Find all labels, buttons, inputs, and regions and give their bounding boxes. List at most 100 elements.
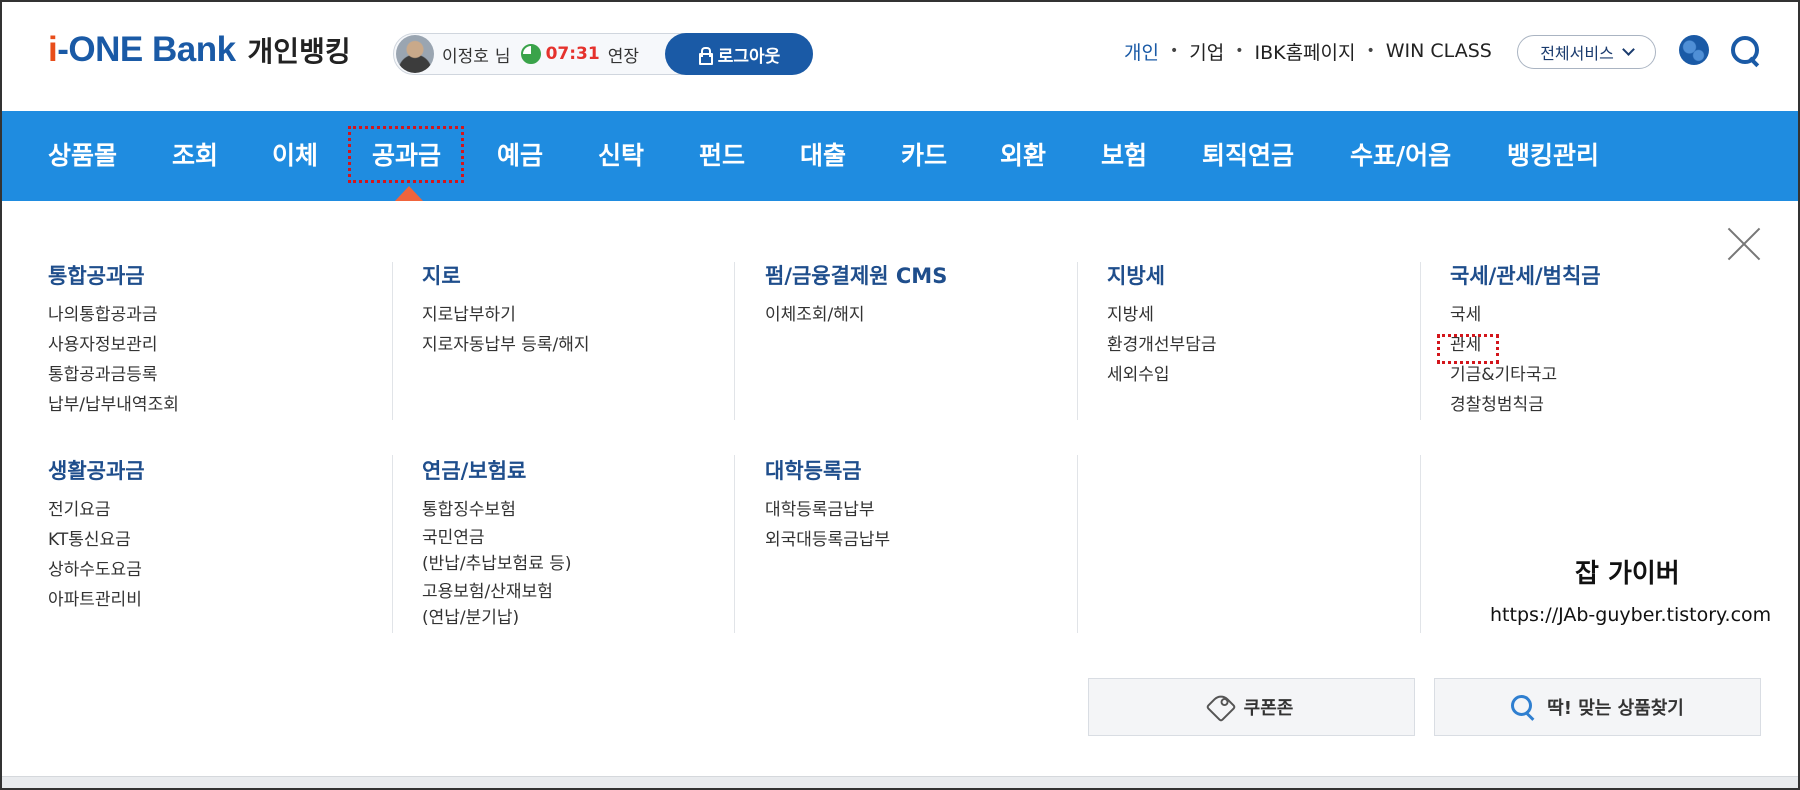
nav-item-transfer[interactable]: 이체	[272, 111, 318, 201]
menu-link[interactable]: 통합징수보험	[422, 495, 572, 525]
menu-group-tuition: 대학등록금 대학등록금납부 외국대등록금납부	[765, 456, 890, 555]
nav-item-checks[interactable]: 수표/어음	[1350, 111, 1451, 201]
menu-link[interactable]: 경찰청범칙금	[1450, 390, 1601, 420]
menu-link[interactable]: 아파트관리비	[48, 585, 145, 615]
globe-icon[interactable]	[1679, 35, 1709, 65]
menu-group-national-tax: 국세/관세/범칙금 국세 관세 기금&기타국고 경찰청범칙금	[1450, 261, 1601, 420]
user-name: 이정호	[442, 46, 489, 67]
menu-group-living-bills: 생활공과금 전기요금 KT통신요금 상하수도요금 아파트관리비	[48, 456, 145, 615]
logo-brand: i-ONE Bank	[48, 30, 236, 69]
menu-link-customs[interactable]: 관세	[1450, 330, 1601, 360]
menu-link-sublabel: (연납/분기납)	[422, 608, 520, 628]
divider	[1077, 262, 1078, 420]
watermark-title: 잡 가이버	[1575, 559, 1680, 589]
bank-logo[interactable]: i-ONE Bank 개인뱅킹	[48, 30, 351, 74]
group-title[interactable]: 지방세	[1107, 261, 1216, 291]
main-nav: 상품몰 조회 이체 공과금 예금 신탁 펀드 대출 카드 외환 보험 퇴직연금 …	[0, 111, 1800, 294]
menu-link-label: 국민연금	[422, 528, 485, 548]
menu-group-local-tax: 지방세 지방세 환경개선부담금 세외수입	[1107, 261, 1216, 390]
timer-icon	[520, 44, 541, 64]
menu-link[interactable]: 대학등록금납부	[765, 495, 890, 525]
close-icon[interactable]	[1726, 226, 1762, 262]
menu-link[interactable]: 나의통합공과금	[48, 300, 179, 330]
nav-item-loan[interactable]: 대출	[800, 111, 846, 201]
util-link-corporate[interactable]: 기업	[1189, 38, 1224, 65]
nav-item-fund[interactable]: 펀드	[699, 111, 745, 201]
nav-item-card[interactable]: 카드	[901, 111, 947, 201]
menu-link-employment-insurance[interactable]: 고용보험/산재보험 (연납/분기납)	[422, 579, 572, 631]
page-footer-strip	[0, 776, 1800, 790]
util-link-ibk-home[interactable]: IBK홈페이지	[1254, 38, 1355, 65]
divider	[392, 262, 393, 420]
menu-link[interactable]: 납부/납부내역조회	[48, 390, 179, 420]
separator: •	[1169, 43, 1179, 59]
menu-link[interactable]: 이체조회/해지	[765, 300, 947, 330]
nav-item-forex[interactable]: 외환	[1000, 111, 1046, 201]
group-title[interactable]: 대학등록금	[765, 456, 890, 486]
util-link-personal[interactable]: 개인	[1124, 38, 1159, 65]
nav-item-banking-admin[interactable]: 뱅킹관리	[1507, 111, 1599, 201]
search-icon[interactable]	[1729, 34, 1761, 66]
avatar	[396, 35, 434, 73]
lock-icon	[698, 47, 713, 65]
group-title[interactable]: 펌/금융결제원 CMS	[765, 261, 947, 291]
session-timer: 07:31	[545, 44, 600, 64]
menu-link[interactable]: 지방세	[1107, 300, 1216, 330]
active-menu-caret	[395, 186, 423, 201]
util-link-win-class[interactable]: WIN CLASS	[1386, 40, 1492, 62]
nav-item-trust[interactable]: 신탁	[598, 111, 644, 201]
all-services-dropdown[interactable]: 전체서비스	[1517, 35, 1656, 69]
group-title[interactable]: 통합공과금	[48, 261, 179, 291]
group-title[interactable]: 생활공과금	[48, 456, 145, 486]
util-links: 개인 • 기업 • IBK홈페이지 • WIN CLASS	[1124, 36, 1492, 66]
menu-link[interactable]: 지로자동납부 등록/해지	[422, 330, 590, 360]
menu-link[interactable]: 환경개선부담금	[1107, 330, 1216, 360]
group-title[interactable]: 지로	[422, 261, 590, 291]
user-honorific: 님	[494, 46, 511, 67]
product-finder-button[interactable]: 딱! 맞는 상품찾기	[1434, 678, 1761, 736]
group-title[interactable]: 연금/보험료	[422, 456, 572, 486]
menu-link[interactable]: 국세	[1450, 300, 1601, 330]
menu-link-label: 고용보험/산재보험	[422, 582, 553, 602]
tag-icon	[1205, 691, 1237, 723]
menu-link[interactable]: 통합공과금등록	[48, 360, 179, 390]
divider	[1420, 262, 1421, 420]
watermark: 잡 가이버 https://JAb-guyber.tistory.com	[1490, 553, 1771, 626]
chevron-down-icon	[1621, 43, 1635, 56]
menu-link[interactable]: 전기요금	[48, 495, 145, 525]
nav-item-shop[interactable]: 상품몰	[48, 111, 117, 201]
logout-label: 로그아웃	[717, 46, 781, 67]
menu-group-giro: 지로 지로납부하기 지로자동납부 등록/해지	[422, 261, 590, 360]
nav-item-insurance[interactable]: 보험	[1101, 111, 1147, 201]
menu-link[interactable]: 사용자정보관리	[48, 330, 179, 360]
product-finder-label: 딱! 맞는 상품찾기	[1547, 698, 1684, 719]
nav-item-pension[interactable]: 퇴직연금	[1202, 111, 1294, 201]
menu-link[interactable]: 지로납부하기	[422, 300, 590, 330]
session-box: 이정호 님 07:31 연장 로그아웃	[393, 33, 813, 75]
magnifier-icon	[1511, 695, 1535, 719]
logo-subtitle: 개인뱅킹	[247, 35, 351, 68]
divider	[392, 455, 393, 633]
coupon-zone-label: 쿠폰존	[1243, 698, 1294, 719]
top-bar: i-ONE Bank 개인뱅킹 이정호 님 07:31 연장 로그아웃 개인 •…	[0, 0, 1800, 111]
separator: •	[1235, 43, 1244, 59]
watermark-url: https://JAb-guyber.tistory.com	[1490, 604, 1772, 626]
menu-link[interactable]: 상하수도요금	[48, 555, 145, 585]
divider	[734, 262, 735, 420]
menu-link[interactable]: KT통신요금	[48, 525, 145, 555]
menu-link-national-pension[interactable]: 국민연금 (반납/추납보험료 등)	[422, 525, 572, 577]
divider	[734, 455, 735, 633]
group-title[interactable]: 국세/관세/범칙금	[1450, 261, 1601, 291]
menu-link[interactable]: 기금&기타국고	[1450, 360, 1601, 390]
nav-item-inquiry[interactable]: 조회	[172, 111, 218, 201]
menu-link[interactable]: 외국대등록금납부	[765, 525, 890, 555]
coupon-zone-button[interactable]: 쿠폰존	[1088, 678, 1415, 736]
logout-button[interactable]: 로그아웃	[665, 33, 813, 75]
extend-session-button[interactable]: 연장	[608, 42, 639, 67]
divider	[1420, 455, 1421, 633]
all-services-label: 전체서비스	[1540, 44, 1614, 63]
menu-link[interactable]: 세외수입	[1107, 360, 1216, 390]
menu-link-sublabel: (반납/추납보험료 등)	[422, 554, 572, 574]
nav-item-deposit[interactable]: 예금	[497, 111, 543, 201]
separator: •	[1366, 43, 1375, 59]
